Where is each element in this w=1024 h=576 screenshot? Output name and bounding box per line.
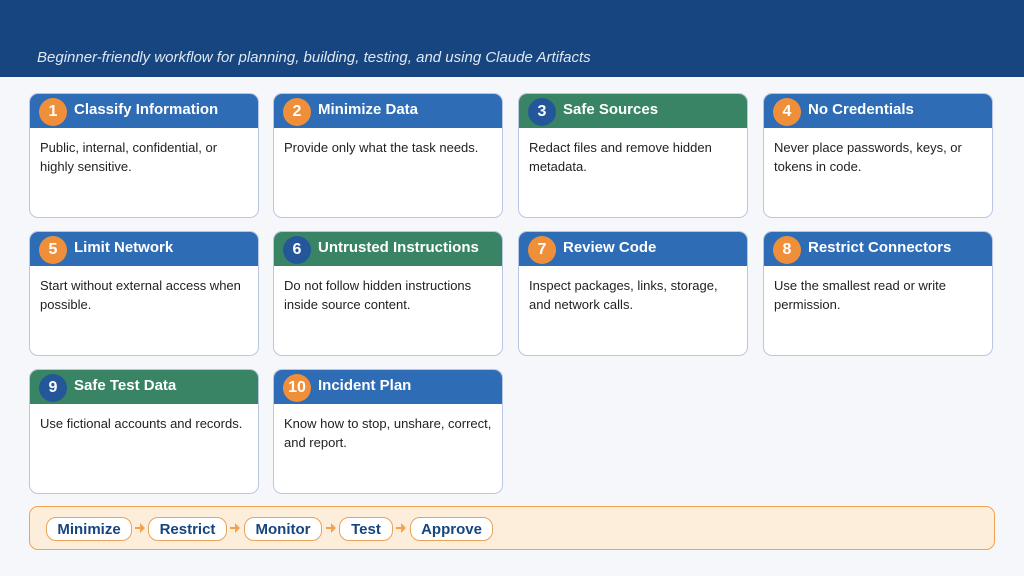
- number-badge-icon: 10: [283, 374, 311, 402]
- card-text: Use fictional accounts and records.: [40, 416, 243, 431]
- card-header: 2 Minimize Data: [274, 94, 502, 128]
- card-6: 6 Untrusted Instructions Do not follow hid…: [273, 231, 503, 356]
- card-header: 6 Untrusted Instructions: [274, 232, 502, 266]
- card-header: 10 Incident Plan: [274, 370, 502, 404]
- card-header: 9 Safe Test Data: [30, 370, 258, 404]
- card-7: 7 Review Code Inspect packages, links, sto…: [518, 231, 748, 356]
- card-title: Limit Network: [74, 239, 174, 256]
- number-badge-icon: 8: [773, 236, 801, 264]
- card-title: Safe Sources: [563, 101, 659, 118]
- card-text: Inspect packages, links, storage, and ne…: [529, 278, 718, 312]
- card-10: 10 Incident Plan Know how to stop, unshare…: [273, 369, 503, 494]
- card-title: Untrusted Instructions: [318, 239, 479, 256]
- number-badge-icon: 9: [39, 374, 67, 402]
- number-badge-icon: 4: [773, 98, 801, 126]
- card-5: 5 Limit Network Start without external acc…: [29, 231, 259, 356]
- card-title: Review Code: [563, 239, 657, 256]
- arrow-right-icon: [230, 523, 240, 533]
- card-3: 3 Safe Sources Redact files and remove hid…: [518, 93, 748, 218]
- card-1: 1 Classify Information Public, internal, c…: [29, 93, 259, 218]
- card-title: Classify Information: [74, 101, 219, 118]
- arrow-right-icon: [326, 523, 336, 533]
- card-title: Safe Test Data: [74, 377, 177, 394]
- card-title: Minimize Data: [318, 101, 419, 118]
- card-4: 4 No Credentials Never place passwords, ke…: [763, 93, 993, 218]
- card-text: Use the smallest read or write permissio…: [774, 278, 946, 312]
- arrow-right-icon: [396, 523, 406, 533]
- card-text: Know how to stop, unshare, correct, and …: [284, 416, 492, 450]
- workflow-flow: Minimize Restrict Monitor Test Approve: [29, 506, 995, 550]
- card-header: 5 Limit Network: [30, 232, 258, 266]
- card-text: Do not follow hidden instructions inside…: [284, 278, 472, 312]
- card-header: 7 Review Code: [519, 232, 747, 266]
- number-badge-icon: 7: [528, 236, 556, 264]
- card-text: Redact files and remove hidden metadata.: [529, 140, 712, 174]
- card-header: 4 No Credentials: [764, 94, 992, 128]
- flow-step-approve: Approve: [410, 517, 493, 541]
- card-2: 2 Minimize Data Provide only what the task…: [273, 93, 503, 218]
- card-header: 1 Classify Information: [30, 94, 258, 128]
- card-title: Restrict Connectors: [808, 239, 952, 256]
- card-text: Public, internal, confidential, or highl…: [40, 140, 218, 174]
- card-header: 8 Restrict Connectors: [764, 232, 992, 266]
- number-badge-icon: 5: [39, 236, 67, 264]
- number-badge-icon: 1: [39, 98, 67, 126]
- card-title: Incident Plan: [318, 377, 412, 394]
- number-badge-icon: 3: [528, 98, 556, 126]
- card-8: 8 Restrict Connectors Use the smallest rea…: [763, 231, 993, 356]
- card-text: Never place passwords, keys, or tokens i…: [774, 140, 962, 174]
- flow-step-minimize: Minimize: [46, 517, 132, 541]
- number-badge-icon: 6: [283, 236, 311, 264]
- card-text: Provide only what the task needs.: [284, 140, 479, 155]
- card-grid: 1 Classify Information Public, internal, c…: [0, 0, 1024, 576]
- flow-step-monitor: Monitor: [244, 517, 322, 541]
- arrow-right-icon: [135, 523, 145, 533]
- flow-step-restrict: Restrict: [148, 517, 227, 541]
- card-title: No Credentials: [808, 101, 914, 118]
- card-9: 9 Safe Test Data Use fictional accounts an…: [29, 369, 259, 494]
- number-badge-icon: 2: [283, 98, 311, 126]
- flow-step-test: Test: [339, 517, 393, 541]
- card-header: 3 Safe Sources: [519, 94, 747, 128]
- card-text: Start without external access when possi…: [40, 278, 241, 312]
